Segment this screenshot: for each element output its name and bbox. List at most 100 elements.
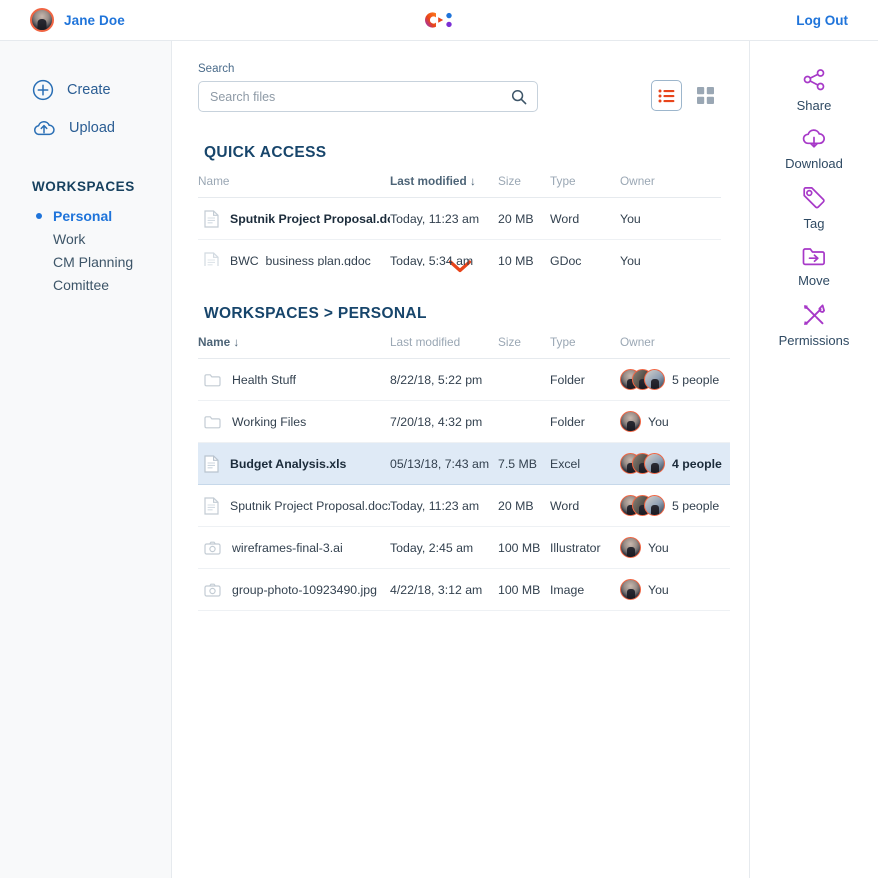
table-row[interactable]: group-photo-10923490.jpg 4/22/18, 3:12 a… xyxy=(198,568,730,611)
folder-icon xyxy=(204,415,221,429)
file-owner: You xyxy=(620,239,721,266)
document-icon xyxy=(204,209,219,228)
owner-avatars xyxy=(620,369,665,391)
file-owner: You xyxy=(620,197,721,240)
toolbar: Search xyxy=(198,63,721,112)
file-size: 20 MB xyxy=(498,197,550,240)
owner-avatars xyxy=(620,579,641,601)
table-header-row: Name Last modified ↓ Size Type Owner xyxy=(198,174,721,198)
download-label: Download xyxy=(785,156,843,171)
sidebar-item-work[interactable]: Work xyxy=(0,227,171,250)
file-manager-app: Jane Doe Log Out Create Upload WORKSPACE… xyxy=(0,0,878,878)
sidebar-item-personal[interactable]: Personal xyxy=(0,204,171,227)
actions-sidebar: Share Download Tag Move Permissions xyxy=(750,41,878,878)
column-header-owner[interactable]: Owner xyxy=(620,174,721,198)
left-sidebar: Create Upload WORKSPACES Personal Work C… xyxy=(0,41,172,878)
file-type: Excel xyxy=(550,442,620,485)
file-size: 10 MB xyxy=(498,239,550,266)
column-header-name[interactable]: Name ↓ xyxy=(198,335,390,359)
personal-section-title: WORKSPACES > PERSONAL xyxy=(204,305,427,322)
column-header-last-modified[interactable]: Last modified ↓ xyxy=(390,174,498,198)
owner-label: You xyxy=(648,414,669,429)
owner-label: You xyxy=(648,540,669,555)
quick-access-table: Name Last modified ↓ Size Type Owner Spu… xyxy=(198,174,721,266)
file-modified: Today, 11:23 am xyxy=(390,484,498,527)
create-button[interactable]: Create xyxy=(0,71,171,109)
owner-label: 4 people xyxy=(672,456,722,471)
upload-label: Upload xyxy=(69,120,115,136)
search-icon[interactable] xyxy=(511,89,527,105)
plus-circle-icon xyxy=(32,79,54,101)
table-row[interactable]: Sputnik Project Proposal.docx Today, 11:… xyxy=(198,484,730,527)
owner-avatars xyxy=(620,537,641,559)
file-name: Sputnik Project Proposal.docx xyxy=(230,211,390,226)
search-input[interactable] xyxy=(199,82,537,111)
file-modified: 7/20/18, 4:32 pm xyxy=(390,400,498,443)
owner-label: You xyxy=(648,582,669,597)
tag-action[interactable]: Tag xyxy=(750,185,878,231)
table-row[interactable]: Sputnik Project Proposal.docx Today, 11:… xyxy=(198,197,721,240)
list-view-button[interactable] xyxy=(651,80,682,111)
image-icon xyxy=(204,541,221,555)
user-profile[interactable]: Jane Doe xyxy=(0,8,125,32)
column-header-name[interactable]: Name xyxy=(198,174,390,198)
column-header-size[interactable]: Size xyxy=(498,174,550,198)
column-header-size[interactable]: Size xyxy=(498,335,550,359)
owner-avatars xyxy=(620,495,665,517)
owner-label: 5 people xyxy=(672,372,720,387)
upload-button[interactable]: Upload xyxy=(0,109,171,147)
owner-avatars xyxy=(620,453,665,475)
brand-logo-icon[interactable] xyxy=(416,7,462,33)
table-row[interactable]: BWC_business plan.gdoc Today, 5:34 am 10… xyxy=(198,239,721,267)
column-header-last-modified[interactable]: Last modified xyxy=(390,335,498,359)
share-label: Share xyxy=(796,98,832,113)
tag-label: Tag xyxy=(803,216,825,231)
user-avatar xyxy=(30,8,54,32)
table-row[interactable]: wireframes-final-3.ai Today, 2:45 am 100… xyxy=(198,526,730,569)
file-modified: 8/22/18, 5:22 pm xyxy=(390,358,498,401)
file-name: Sputnik Project Proposal.docx xyxy=(230,498,390,513)
sidebar-item-comittee[interactable]: Comittee xyxy=(0,273,171,296)
quick-access-clip: Name Last modified ↓ Size Type Owner Spu… xyxy=(198,162,721,266)
file-type: Folder xyxy=(550,358,620,401)
file-size: 20 MB xyxy=(498,484,550,527)
create-label: Create xyxy=(67,82,111,98)
center-panel: Search Search files QUICK ACCESS Name La… xyxy=(172,41,750,878)
move-action[interactable]: Move xyxy=(750,245,878,288)
column-header-owner[interactable]: Owner xyxy=(620,335,730,359)
personal-files-table: Name ↓ Last modified Size Type Owner Hea… xyxy=(198,335,730,611)
cloud-download-icon xyxy=(800,127,828,151)
document-icon xyxy=(204,454,219,473)
main-body: Create Upload WORKSPACES Personal Work C… xyxy=(0,41,878,878)
file-name: BWC_business plan.gdoc xyxy=(230,253,371,267)
permissions-label: Permissions xyxy=(778,333,850,348)
table-row[interactable]: Health Stuff 8/22/18, 5:22 pm Folder 5 p… xyxy=(198,358,730,401)
file-modified: Today, 2:45 am xyxy=(390,526,498,569)
permissions-action[interactable]: Permissions xyxy=(750,302,878,348)
list-view-icon xyxy=(658,89,675,102)
owner-label: 5 people xyxy=(672,498,720,513)
file-size xyxy=(498,400,550,443)
file-name: Health Stuff xyxy=(232,372,297,387)
search-box[interactable] xyxy=(198,81,538,112)
file-modified: 05/13/18, 7:43 am xyxy=(390,442,498,485)
logout-button[interactable]: Log Out xyxy=(796,13,878,28)
workspaces-heading: WORKSPACES xyxy=(32,179,135,194)
download-action[interactable]: Download xyxy=(750,127,878,171)
file-type: Word xyxy=(550,197,620,240)
cloud-upload-icon xyxy=(32,118,56,138)
file-name: Budget Analysis.xls xyxy=(230,456,347,471)
file-name: Working Files xyxy=(232,414,307,429)
quick-access-title: QUICK ACCESS xyxy=(204,144,327,161)
table-row[interactable]: Working Files 7/20/18, 4:32 pm Folder Yo… xyxy=(198,400,730,443)
file-modified: Today, 5:34 am xyxy=(390,239,498,266)
share-action[interactable]: Share xyxy=(750,67,878,113)
column-header-type[interactable]: Type xyxy=(550,335,620,359)
search-label: Search xyxy=(198,63,235,75)
column-header-type[interactable]: Type xyxy=(550,174,620,198)
table-row-selected[interactable]: Budget Analysis.xls 05/13/18, 7:43 am 7.… xyxy=(198,442,730,485)
grid-view-button[interactable] xyxy=(690,80,721,111)
file-size xyxy=(498,358,550,401)
sidebar-item-cm-planning[interactable]: CM Planning xyxy=(0,250,171,273)
folder-icon xyxy=(204,373,221,387)
